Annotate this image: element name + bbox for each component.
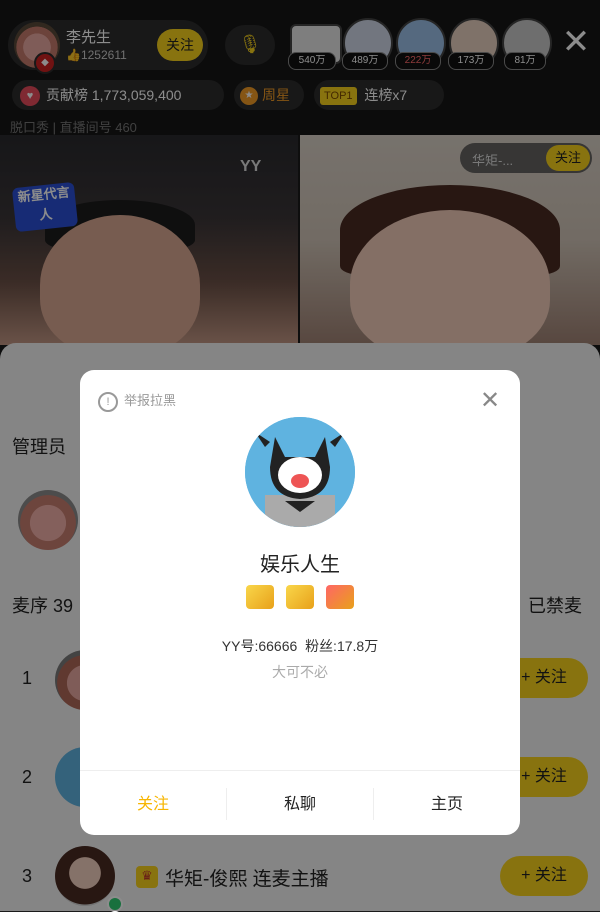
report-block-link[interactable]: ! 举报拉黑 <box>98 390 176 412</box>
modal-follow-button[interactable]: 关注 <box>80 790 226 820</box>
report-label: 举报拉黑 <box>124 393 177 408</box>
plane-red-badge-icon <box>325 585 354 609</box>
plane-badge-icon <box>286 585 314 609</box>
modal-homepage-button[interactable]: 主页 <box>374 790 520 820</box>
plane-badge-icon <box>246 585 275 609</box>
alert-icon: ! <box>98 391 118 412</box>
modal-divider <box>80 770 520 771</box>
profile-yy-id: YY号:66666 <box>221 638 298 654</box>
profile-nickname: 娱乐人生 <box>260 554 340 576</box>
cat-avatar-icon <box>245 417 355 527</box>
profile-fans: 粉丝:17.8万 <box>305 638 379 654</box>
modal-message-button[interactable]: 私聊 <box>227 790 373 820</box>
close-icon[interactable]: ✕ <box>478 388 502 412</box>
profile-avatar[interactable] <box>245 417 355 527</box>
profile-signature: 大可不必 <box>272 664 328 680</box>
profile-badges <box>80 585 520 615</box>
profile-ids: YY号:66666 粉丝:17.8万 <box>80 636 520 656</box>
